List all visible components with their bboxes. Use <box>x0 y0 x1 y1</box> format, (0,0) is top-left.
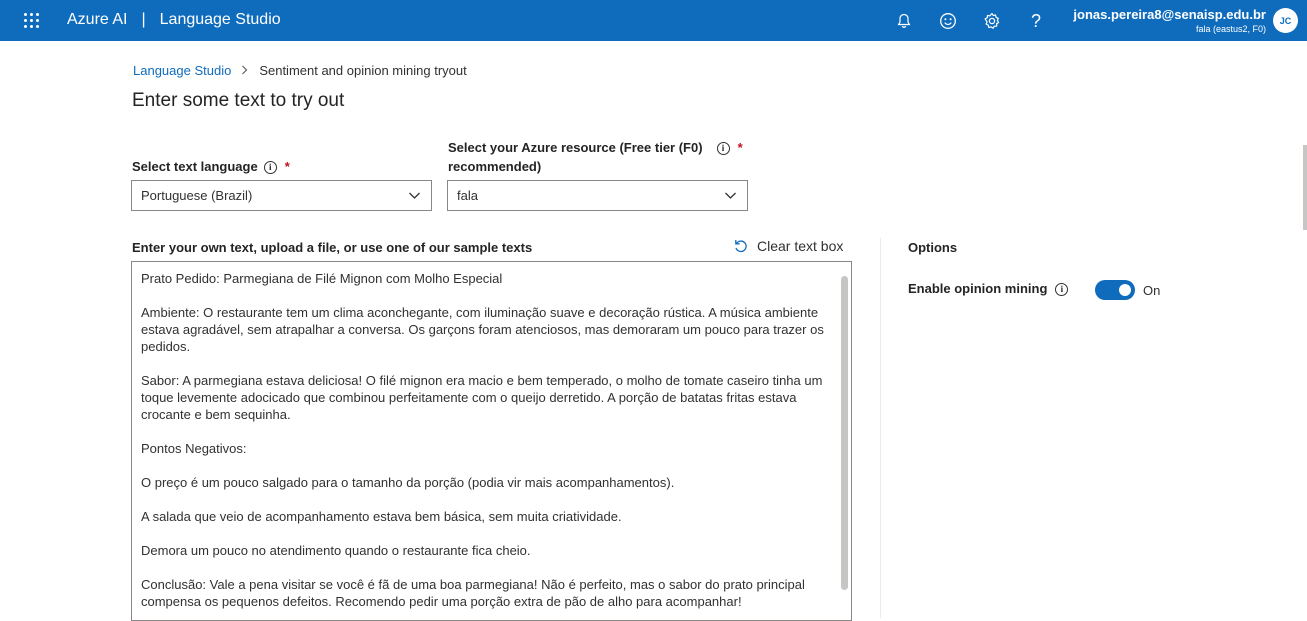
user-resource: fala (eastus2, F0) <box>1195 24 1266 34</box>
clear-text-button[interactable]: Clear text box <box>733 238 843 254</box>
text-paragraph: Pontos Negativos: <box>141 441 247 456</box>
chevron-down-icon <box>724 189 737 205</box>
breadcrumb-home-link[interactable]: Language Studio <box>133 63 231 78</box>
text-paragraph: Prato Pedido: Parmegiana de Filé Mignon … <box>141 271 503 286</box>
clear-text-label: Clear text box <box>757 238 844 254</box>
toggle-knob <box>1119 284 1131 296</box>
text-paragraph: O preço é um pouco salgado para o tamanh… <box>141 475 675 490</box>
resource-label-row: Select your Azure resource (Free tier (F… <box>448 138 743 176</box>
opinion-mining-label-row: Enable opinion mining i <box>908 281 1069 297</box>
resource-dropdown[interactable]: fala <box>447 180 748 211</box>
brand[interactable]: Azure AI | Language Studio <box>67 11 281 29</box>
text-paragraph: Sabor: A parmegiana estava deliciosa! O … <box>141 373 823 422</box>
info-icon[interactable]: i <box>263 161 277 175</box>
options-title: Options <box>908 240 958 255</box>
language-dropdown[interactable]: Portuguese (Brazil) <box>131 180 432 211</box>
opinion-mining-label: Enable opinion mining <box>908 281 1048 296</box>
text-scrollbar[interactable] <box>841 276 848 590</box>
help-icon[interactable]: ? <box>1025 10 1047 32</box>
app-launcher-icon[interactable] <box>24 13 40 29</box>
page-scrollbar[interactable] <box>1303 145 1307 230</box>
text-paragraph: Demora um pouco no atendimento quando o … <box>141 543 531 558</box>
undo-icon <box>735 240 747 253</box>
resource-label-line1: Select your Azure resource (Free tier (F… <box>448 140 703 155</box>
product-name: Azure AI <box>67 11 128 28</box>
language-label-row: Select text language i * <box>132 157 290 176</box>
language-selected-value: Portuguese (Brazil) <box>141 188 253 203</box>
user-email: jonas.pereira8@senaisp.edu.br <box>1073 7 1266 22</box>
bell-icon[interactable] <box>893 10 915 32</box>
resource-label-line2: recommended) <box>448 159 542 174</box>
text-paragraph: Ambiente: O restaurante tem um clima aco… <box>141 305 824 354</box>
info-icon[interactable]: i <box>716 142 730 156</box>
options-divider <box>880 238 881 618</box>
required-mark: * <box>284 159 290 174</box>
text-paragraph: Conclusão: Vale a pena visitar se você é… <box>141 577 805 609</box>
resource-selected-value: fala <box>457 188 478 203</box>
text-input-content: Prato Pedido: Parmegiana de Filé Mignon … <box>132 262 838 620</box>
text-paragraph: A salada que veio de acompanhamento esta… <box>141 509 622 524</box>
language-label: Select text language <box>132 159 258 174</box>
info-icon[interactable]: i <box>1055 283 1069 297</box>
smiley-icon[interactable] <box>937 10 959 32</box>
opinion-mining-toggle[interactable] <box>1095 280 1135 300</box>
page-title: Enter some text to try out <box>132 90 345 111</box>
top-bar: Azure AI | Language Studio ? jonas.pereira… <box>0 0 1307 41</box>
account-info[interactable]: jonas.pereira8@senaisp.edu.br fala (east… <box>1073 8 1266 34</box>
brand-separator: | <box>141 11 146 28</box>
text-input-area[interactable]: Prato Pedido: Parmegiana de Filé Mignon … <box>131 261 852 621</box>
chevron-right-icon <box>241 64 248 78</box>
app-name: Language Studio <box>159 11 281 28</box>
chevron-down-icon <box>408 189 421 205</box>
toggle-state-label: On <box>1143 283 1161 298</box>
breadcrumb-current: Sentiment and opinion mining tryout <box>259 63 467 78</box>
breadcrumb: Language Studio Sentiment and opinion mi… <box>133 63 467 78</box>
required-mark: * <box>737 140 743 155</box>
text-input-label: Enter your own text, upload a file, or u… <box>132 240 533 255</box>
gear-icon[interactable] <box>981 10 1003 32</box>
avatar[interactable]: JC <box>1273 8 1298 33</box>
